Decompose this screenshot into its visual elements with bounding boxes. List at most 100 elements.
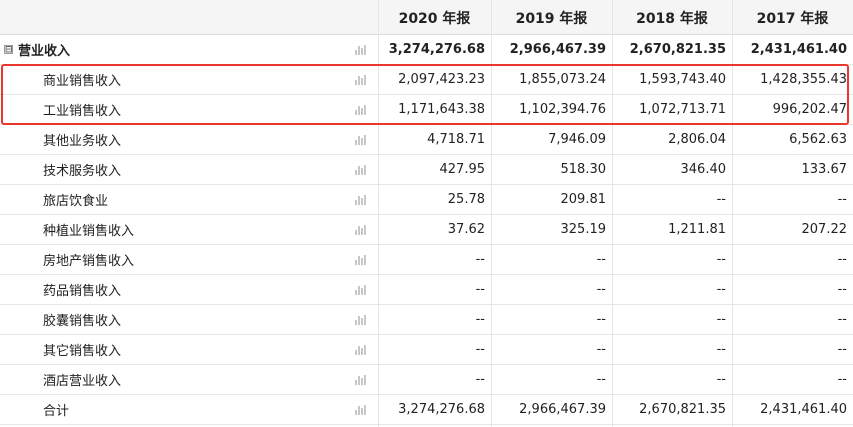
cell-value: -- xyxy=(475,282,485,297)
column-header-2018[interactable]: 2018 年报 xyxy=(612,0,732,35)
column-divider xyxy=(491,0,492,427)
cell-value: 4,718.71 xyxy=(427,132,485,147)
row-label: 技术服务收入 xyxy=(43,164,122,179)
bar-chart-icon[interactable] xyxy=(355,314,367,325)
row-label: 合计 xyxy=(43,404,70,419)
cell-value: 133.67 xyxy=(801,162,848,177)
cell-value: 996,202.47 xyxy=(772,102,847,117)
row-label: 其它销售收入 xyxy=(43,344,122,359)
bar-chart-icon[interactable] xyxy=(355,104,367,115)
column-header-2017[interactable]: 2017 年报 xyxy=(732,0,853,35)
cell-value: -- xyxy=(596,342,606,357)
table-row[interactable]: 商业销售收入 2,097,423.23 1,855,073.24 1,593,7… xyxy=(0,65,853,95)
cell-value: 209.81 xyxy=(560,192,607,207)
column-divider xyxy=(732,0,733,427)
cell-value: 6,562.63 xyxy=(789,132,847,147)
cell-value: -- xyxy=(596,282,606,297)
cell-value: -- xyxy=(716,282,726,297)
cell-value: 3,274,276.68 xyxy=(388,42,485,57)
row-label: 种植业销售收入 xyxy=(43,224,135,239)
cell-value: -- xyxy=(837,342,847,357)
cell-value: -- xyxy=(596,252,606,267)
cell-value: 1,855,073.24 xyxy=(519,72,606,87)
table-row[interactable]: 工业销售收入 1,171,643.38 1,102,394.76 1,072,7… xyxy=(0,95,853,125)
column-divider xyxy=(378,0,379,427)
cell-value: -- xyxy=(596,372,606,387)
row-label: 胶囊销售收入 xyxy=(43,314,122,329)
cell-value: 1,102,394.76 xyxy=(519,102,606,117)
cell-value: 427.95 xyxy=(439,162,486,177)
cell-value: 37.62 xyxy=(447,222,485,237)
bar-chart-icon[interactable] xyxy=(355,284,367,295)
cell-value: 1,428,355.43 xyxy=(760,72,847,87)
bar-chart-icon[interactable] xyxy=(355,224,367,235)
cell-value: 1,072,713.71 xyxy=(639,102,726,117)
cell-value: -- xyxy=(716,372,726,387)
cell-value: 2,806.04 xyxy=(668,132,726,147)
table-row-total[interactable]: 合计 3,274,276.68 2,966,467.39 2,670,821.3… xyxy=(0,395,853,425)
table-row[interactable]: 房地产销售收入 -- -- -- -- xyxy=(0,245,853,275)
cell-value: -- xyxy=(716,192,726,207)
bar-chart-icon[interactable] xyxy=(355,194,367,205)
cell-value: 2,966,467.39 xyxy=(509,42,606,57)
row-label: 酒店营业收入 xyxy=(43,374,122,389)
table-row[interactable]: 其它销售收入 -- -- -- -- xyxy=(0,335,853,365)
cell-value: 2,670,821.35 xyxy=(629,42,726,57)
cell-value: 1,593,743.40 xyxy=(639,72,726,87)
cell-value: -- xyxy=(837,372,847,387)
table-row[interactable]: 旅店饮食业 25.78 209.81 -- -- xyxy=(0,185,853,215)
cell-value: 2,966,467.39 xyxy=(519,402,606,417)
table-row[interactable]: 种植业销售收入 37.62 325.19 1,211.81 207.22 xyxy=(0,215,853,245)
cell-value: 7,946.09 xyxy=(548,132,606,147)
cell-value: -- xyxy=(837,282,847,297)
row-label: 药品销售收入 xyxy=(43,284,122,299)
cell-value: -- xyxy=(475,372,485,387)
cell-value: -- xyxy=(837,252,847,267)
bar-chart-icon[interactable] xyxy=(355,374,367,385)
row-label: 工业销售收入 xyxy=(43,104,122,119)
column-header-2020[interactable]: 2020 年报 xyxy=(378,0,491,35)
cell-value: -- xyxy=(596,312,606,327)
row-label: 营业收入 xyxy=(18,44,71,59)
column-header-2019[interactable]: 2019 年报 xyxy=(491,0,612,35)
table-row[interactable]: 酒店营业收入 -- -- -- -- xyxy=(0,365,853,395)
cell-value: 2,431,461.40 xyxy=(750,42,847,57)
cell-value: -- xyxy=(837,312,847,327)
table-row-operating-revenue[interactable]: ⊟ 营业收入 3,274,276.68 2,966,467.39 2,670,8… xyxy=(0,35,853,65)
bar-chart-icon[interactable] xyxy=(355,254,367,265)
table-header: 2020 年报 2019 年报 2018 年报 2017 年报 xyxy=(0,0,853,35)
bar-chart-icon[interactable] xyxy=(355,344,367,355)
bar-chart-icon[interactable] xyxy=(355,74,367,85)
cell-value: 518.30 xyxy=(560,162,607,177)
cell-value: 25.78 xyxy=(447,192,485,207)
table-row[interactable]: 其他业务收入 4,718.71 7,946.09 2,806.04 6,562.… xyxy=(0,125,853,155)
cell-value: -- xyxy=(475,252,485,267)
collapse-toggle-icon[interactable]: ⊟ xyxy=(4,45,13,55)
cell-value: 325.19 xyxy=(560,222,607,237)
row-label: 商业销售收入 xyxy=(43,74,122,89)
bar-chart-icon[interactable] xyxy=(355,404,367,415)
column-divider xyxy=(612,0,613,427)
table-row[interactable]: 药品销售收入 -- -- -- -- xyxy=(0,275,853,305)
cell-value: 1,171,643.38 xyxy=(398,102,485,117)
cell-value: -- xyxy=(475,312,485,327)
financial-table: 2020 年报 2019 年报 2018 年报 2017 年报 ⊟ 营业收入 3… xyxy=(0,0,853,427)
cell-value: -- xyxy=(475,342,485,357)
bar-chart-icon[interactable] xyxy=(355,44,367,55)
cell-value: 3,274,276.68 xyxy=(398,402,485,417)
bar-chart-icon[interactable] xyxy=(355,134,367,145)
table-row[interactable]: 胶囊销售收入 -- -- -- -- xyxy=(0,305,853,335)
bar-chart-icon[interactable] xyxy=(355,164,367,175)
cell-value: 1,211.81 xyxy=(668,222,726,237)
cell-value: -- xyxy=(716,252,726,267)
table-row[interactable]: 技术服务收入 427.95 518.30 346.40 133.67 xyxy=(0,155,853,185)
cell-value: 346.40 xyxy=(680,162,727,177)
row-label: 房地产销售收入 xyxy=(43,254,135,269)
cell-value: -- xyxy=(716,342,726,357)
cell-value: 207.22 xyxy=(801,222,848,237)
row-label: 旅店饮食业 xyxy=(43,194,109,209)
row-label: 其他业务收入 xyxy=(43,134,122,149)
cell-value: -- xyxy=(837,192,847,207)
cell-value: 2,097,423.23 xyxy=(398,72,485,87)
cell-value: -- xyxy=(716,312,726,327)
